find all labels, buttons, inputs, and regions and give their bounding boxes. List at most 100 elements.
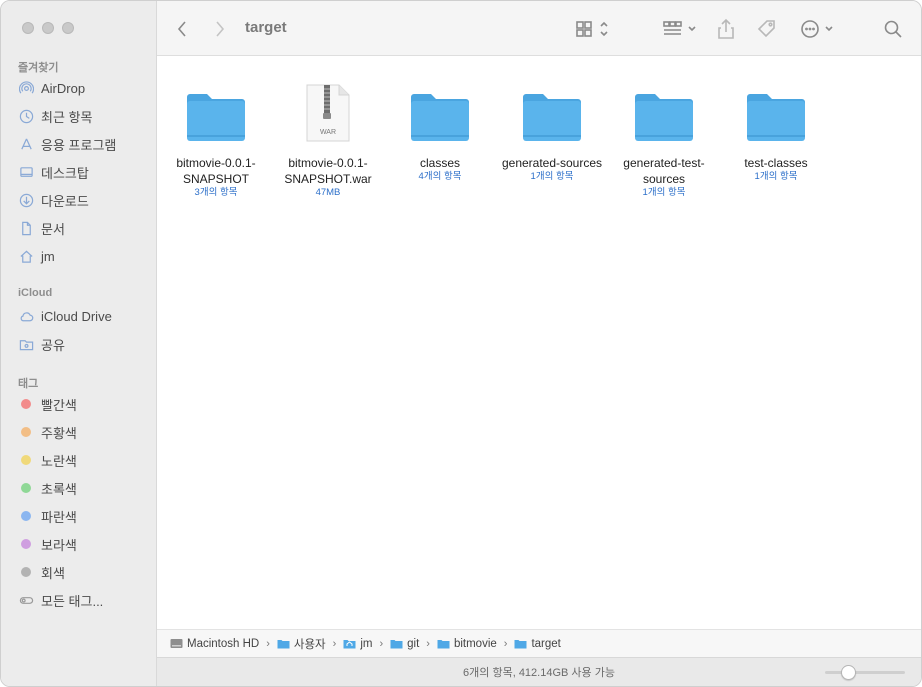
minimize-button[interactable] bbox=[42, 22, 54, 34]
path-crumb-users[interactable]: 사용자 bbox=[277, 636, 326, 652]
sidebar-item-label: 회색 bbox=[41, 565, 65, 581]
file-item[interactable]: generated-sources 1개의 항목 bbox=[493, 81, 611, 183]
tag-icon bbox=[757, 20, 775, 38]
search-button[interactable] bbox=[883, 17, 903, 41]
window-title: target bbox=[245, 19, 287, 36]
tag-color-dot bbox=[21, 511, 31, 521]
sidebar-item-airdrop[interactable]: AirDrop bbox=[18, 77, 150, 99]
sidebar-item-label: 파란색 bbox=[41, 509, 77, 525]
file-browser: bitmovie-0.0.1-SNAPSHOT 3개의 항목 WAR bitmo… bbox=[157, 56, 921, 629]
chevron-left-icon bbox=[177, 21, 186, 37]
sidebar-item-recents[interactable]: 최근 항목 bbox=[18, 105, 150, 127]
sidebar-item-downloads[interactable]: 다운로드 bbox=[18, 189, 150, 211]
path-crumb-jm[interactable]: jm bbox=[343, 638, 372, 650]
path-crumb-label: bitmovie bbox=[453, 637, 497, 650]
sidebar-tag-orange[interactable]: 주황색 bbox=[18, 421, 150, 443]
share-icon bbox=[718, 18, 734, 39]
sidebar-tag-blue[interactable]: 파란색 bbox=[18, 505, 150, 527]
sidebar-item-label: 모든 태그... bbox=[41, 593, 104, 609]
folder-icon bbox=[390, 640, 403, 649]
sidebar-item-label: iCloud Drive bbox=[41, 308, 112, 324]
sidebar-item-label: 데스크탑 bbox=[41, 165, 89, 181]
file-item[interactable]: WAR bitmovie-0.0.1-SNAPSHOT.war 47MB bbox=[269, 81, 387, 199]
sidebar-item-label: AirDrop bbox=[41, 80, 86, 96]
home-icon bbox=[18, 248, 34, 264]
download-icon bbox=[18, 192, 34, 208]
sidebar-item-shared[interactable]: 공유 bbox=[18, 333, 150, 355]
sidebar-all-tags[interactable]: 모든 태그... bbox=[18, 589, 150, 611]
file-item[interactable]: bitmovie-0.0.1-SNAPSHOT 3개의 항목 bbox=[157, 81, 275, 199]
sidebar-item-label: 응용 프로그램 bbox=[41, 137, 117, 153]
path-separator: › bbox=[266, 637, 270, 650]
applications-icon bbox=[18, 136, 34, 152]
war-badge-text: WAR bbox=[320, 129, 336, 136]
favorites-section-title: 즐겨찾기 bbox=[18, 62, 59, 74]
path-crumb-macintosh-hd[interactable]: Macintosh HD bbox=[170, 638, 259, 650]
folder-icon bbox=[277, 640, 290, 649]
path-crumb-bitmovie[interactable]: bitmovie bbox=[437, 638, 497, 650]
sidebar-item-applications[interactable]: 응용 프로그램 bbox=[18, 133, 150, 155]
sidebar-tag-green[interactable]: 초록색 bbox=[18, 477, 150, 499]
path-crumb-label: Macintosh HD bbox=[187, 637, 260, 650]
path-separator: › bbox=[426, 637, 430, 650]
folder-icon bbox=[605, 81, 723, 143]
file-name: generated-sources bbox=[501, 156, 603, 170]
path-separator: › bbox=[332, 637, 337, 650]
sidebar-tag-red[interactable]: 빨간색 bbox=[18, 393, 150, 415]
forward-button[interactable] bbox=[213, 17, 227, 41]
folder-icon bbox=[437, 640, 450, 649]
folder-icon bbox=[717, 81, 835, 143]
path-crumb-target[interactable]: target bbox=[514, 638, 561, 650]
group-by-button[interactable] bbox=[662, 17, 700, 41]
file-name: generated-test-sources bbox=[623, 156, 705, 186]
path-crumb-git[interactable]: git bbox=[390, 638, 419, 650]
file-item[interactable]: generated-test-sources 1개의 항목 bbox=[605, 81, 723, 199]
status-text: 6개의 항목, 412.14GB 사용 가능 bbox=[463, 667, 615, 679]
file-meta: 1개의 항목 bbox=[530, 171, 574, 182]
sidebar-tag-yellow[interactable]: 노란색 bbox=[18, 449, 150, 471]
sidebar-item-label: 문서 bbox=[41, 221, 65, 237]
file-item[interactable]: classes 4개의 항목 bbox=[381, 81, 499, 183]
sidebar-item-label: 최근 항목 bbox=[41, 109, 93, 125]
file-meta: 3개의 항목 bbox=[194, 187, 238, 198]
slider-knob[interactable] bbox=[841, 665, 856, 680]
sidebar-item-documents[interactable]: 문서 bbox=[18, 217, 150, 239]
file-item[interactable]: test-classes 1개의 항목 bbox=[717, 81, 835, 183]
sidebar-item-icloud-drive[interactable]: iCloud Drive bbox=[18, 305, 150, 327]
folder-icon bbox=[381, 81, 499, 143]
close-button[interactable] bbox=[22, 22, 34, 34]
toolbar: target bbox=[157, 1, 921, 56]
airdrop-icon bbox=[18, 80, 34, 96]
path-crumb-label: 사용자 bbox=[293, 638, 326, 651]
sidebar: 즐겨찾기 AirDrop 최근 항목 응용 프로그램 데스크탑 다운로드 문서 … bbox=[1, 1, 157, 686]
shared-folder-icon bbox=[18, 336, 34, 352]
sidebar-tag-gray[interactable]: 회색 bbox=[18, 561, 150, 583]
tag-color-dot bbox=[21, 483, 31, 493]
tag-outline-icon bbox=[18, 592, 34, 608]
tag-color-dot bbox=[21, 567, 31, 577]
file-meta: 4개의 항목 bbox=[418, 171, 462, 182]
view-mode-button[interactable] bbox=[575, 17, 611, 41]
action-menu-button[interactable] bbox=[799, 17, 837, 41]
tag-button[interactable] bbox=[756, 17, 778, 41]
group-icon bbox=[663, 21, 696, 35]
clock-icon bbox=[18, 108, 34, 124]
path-crumb-label: git bbox=[407, 637, 420, 650]
sidebar-item-desktop[interactable]: 데스크탑 bbox=[18, 161, 150, 183]
file-meta: 1개의 항목 bbox=[754, 171, 798, 182]
path-separator: › bbox=[379, 637, 384, 650]
icon-size-slider[interactable] bbox=[825, 665, 905, 680]
sidebar-item-label: 초록색 bbox=[41, 481, 77, 497]
tag-color-dot bbox=[21, 399, 31, 409]
cloud-icon bbox=[18, 308, 34, 324]
zoom-button[interactable] bbox=[62, 22, 74, 34]
back-button[interactable] bbox=[175, 17, 189, 41]
sidebar-item-home[interactable]: jm bbox=[18, 245, 150, 267]
sidebar-item-label: 주황색 bbox=[41, 425, 77, 441]
share-button[interactable] bbox=[717, 17, 735, 41]
file-name: test-classes bbox=[744, 156, 808, 170]
file-name: bitmovie-0.0.1-SNAPSHOT.war bbox=[284, 156, 372, 186]
sidebar-tag-purple[interactable]: 보라색 bbox=[18, 533, 150, 555]
tag-color-dot bbox=[21, 539, 31, 549]
sidebar-item-label: 노란색 bbox=[41, 453, 77, 469]
